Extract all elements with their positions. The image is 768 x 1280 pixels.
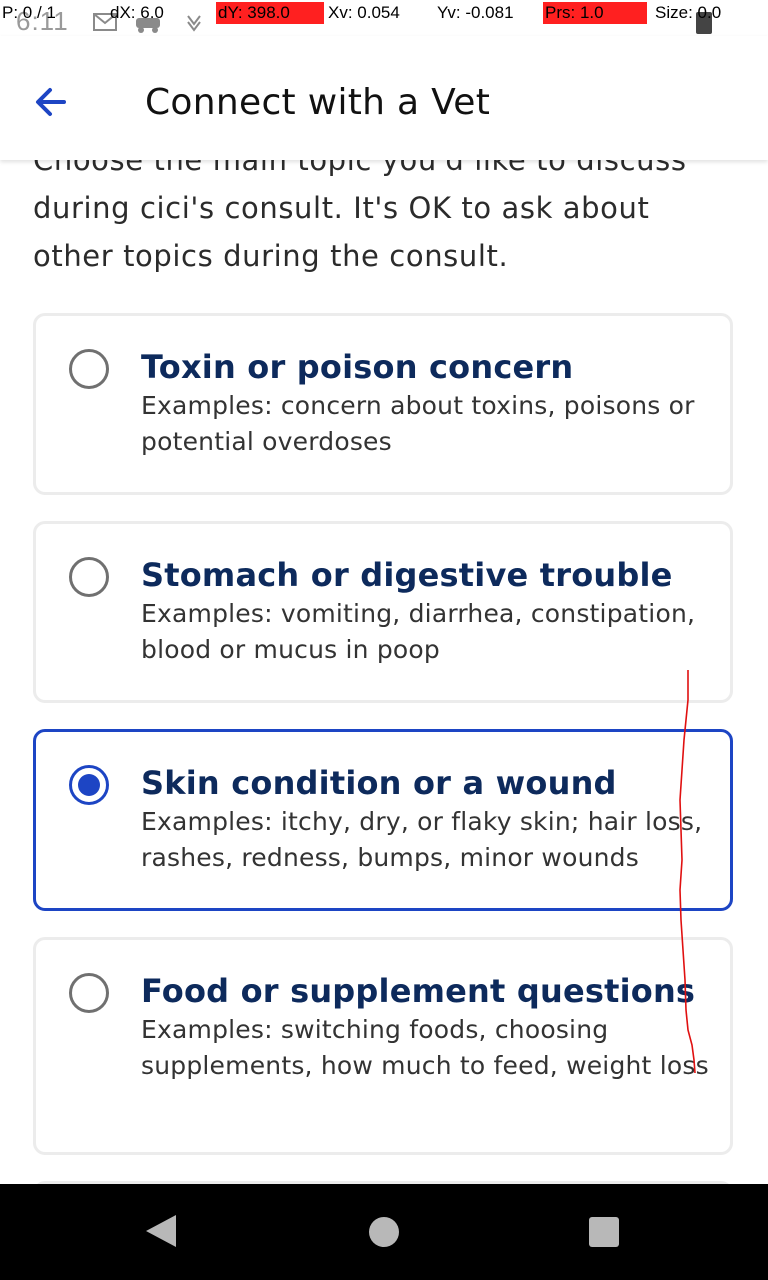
radio-food[interactable] bbox=[69, 973, 109, 1013]
back-button[interactable] bbox=[30, 82, 82, 126]
topic-description: Examples: vomiting, diarrhea, constipati… bbox=[141, 599, 696, 664]
system-nav-bar bbox=[0, 1184, 768, 1280]
overlay-pointer: P: 0 / 1 bbox=[2, 3, 56, 22]
topic-card-toxin[interactable]: Toxin or poison concern Examples: concer… bbox=[33, 313, 733, 495]
topic-list-scroll[interactable]: Choose the main topic you'd like to disc… bbox=[0, 140, 768, 1184]
overlay-xv: Xv: 0.054 bbox=[328, 3, 400, 22]
intro-text: Choose the main topic you'd like to disc… bbox=[33, 143, 687, 273]
radio-stomach[interactable] bbox=[69, 557, 109, 597]
circle-home-icon[interactable] bbox=[369, 1217, 399, 1247]
topic-description: Examples: itchy, dry, or flaky skin; hai… bbox=[141, 807, 703, 872]
arrow-left-icon bbox=[36, 88, 66, 116]
app-bar: Connect with a Vet bbox=[0, 36, 768, 160]
overlay-pressure: Prs: 1.0 bbox=[543, 2, 647, 24]
overlay-dy: dY: 398.0 bbox=[216, 2, 324, 24]
topic-card-skin[interactable]: Skin condition or a wound Examples: itch… bbox=[33, 729, 733, 911]
topic-description: Examples: concern about toxins, poisons … bbox=[141, 391, 695, 456]
topic-title: Skin condition or a wound bbox=[141, 764, 617, 802]
topic-title: Toxin or poison concern bbox=[141, 348, 574, 386]
topic-description: Examples: switching foods, choosing supp… bbox=[141, 1015, 709, 1080]
square-recents-icon[interactable] bbox=[589, 1217, 619, 1247]
status-bar: 6:11 P: 0 / 1 dX: 6.0 dY: 398.0 Xv: 0.05… bbox=[0, 0, 768, 36]
overlay-yv: Yv: -0.081 bbox=[437, 3, 514, 22]
overlay-dx: dX: 6.0 bbox=[110, 3, 164, 22]
overlay-size: Size: 0.0 bbox=[655, 3, 722, 22]
radio-toxin[interactable] bbox=[69, 349, 109, 389]
topic-card-food[interactable]: Food or supplement questions Examples: s… bbox=[33, 937, 733, 1155]
page-title: Connect with a Vet bbox=[145, 82, 491, 123]
topic-title: Stomach or digestive trouble bbox=[141, 556, 673, 594]
radio-skin-selected[interactable] bbox=[69, 765, 109, 805]
topic-title: Food or supplement questions bbox=[141, 972, 696, 1010]
topic-card-stomach[interactable]: Stomach or digestive trouble Examples: v… bbox=[33, 521, 733, 703]
triangle-back-icon[interactable] bbox=[146, 1215, 176, 1247]
